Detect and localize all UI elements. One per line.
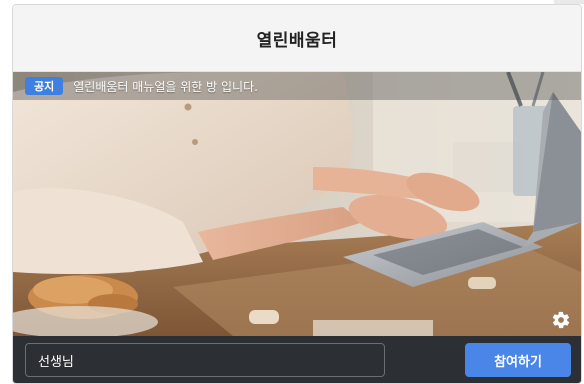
room-title: 열린배움터 bbox=[256, 30, 338, 51]
join-button[interactable]: 참여하기 bbox=[465, 343, 571, 377]
room-cover-image: 공지 열린배움터 매뉴얼을 위한 방 입니다. bbox=[13, 72, 581, 336]
room-header: 열린배움터 bbox=[13, 5, 581, 72]
join-footer: 참여하기 bbox=[13, 336, 581, 383]
settings-button[interactable] bbox=[551, 310, 571, 330]
notice-badge: 공지 bbox=[25, 77, 64, 95]
notice-text: 열린배움터 매뉴얼을 위한 방 입니다. bbox=[73, 79, 258, 94]
laptop-desk-photo bbox=[13, 72, 581, 336]
room-entry-card: 열린배움터 공지 열린배움터 매뉴얼을 위한 방 입니다. 선생님 참여하기 bbox=[12, 4, 582, 384]
name-input[interactable] bbox=[25, 343, 385, 377]
notice-bar: 공지 열린배움터 매뉴얼을 위한 방 입니다. bbox=[13, 72, 581, 100]
gear-icon bbox=[552, 311, 570, 329]
